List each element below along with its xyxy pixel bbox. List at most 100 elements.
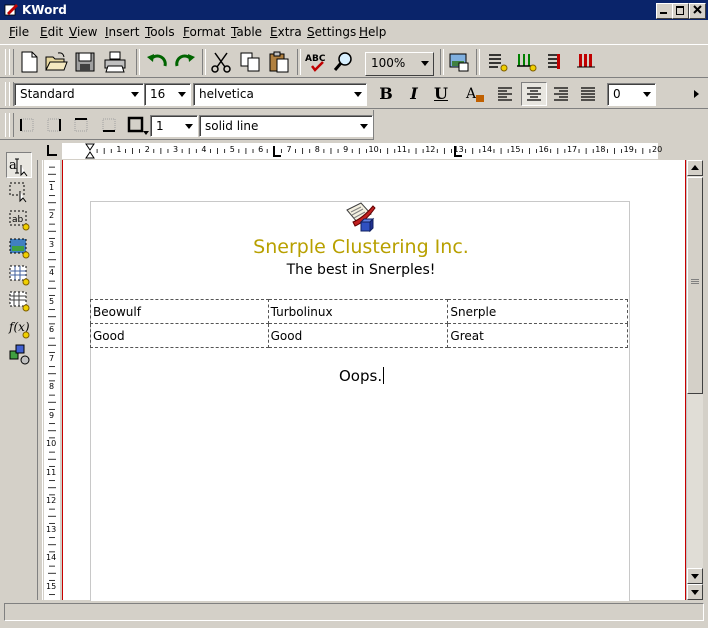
ruler-corner-tab-button[interactable] xyxy=(44,143,61,159)
border-toolbar: 1 solid line xyxy=(0,110,374,140)
border-left-button[interactable] xyxy=(19,117,35,133)
bold-button[interactable]: B xyxy=(374,83,398,105)
border-width-select[interactable]: 1 xyxy=(150,115,198,137)
text-frame[interactable]: Snerple Clustering Inc. The best in Sner… xyxy=(90,201,630,601)
text-color-button[interactable]: A xyxy=(463,83,487,105)
ruler-splitter xyxy=(37,160,43,600)
zoom-select[interactable]: 100% xyxy=(365,52,434,76)
scroll-thumb[interactable] xyxy=(687,177,703,394)
create-part-tool-button[interactable] xyxy=(7,342,31,366)
open-button[interactable] xyxy=(44,50,68,74)
menu-help[interactable]: Help xyxy=(359,25,386,39)
new-document-button[interactable] xyxy=(17,50,41,74)
toolbar-separator xyxy=(440,49,444,75)
font-family-select[interactable]: helvetica xyxy=(193,83,367,106)
maximize-button[interactable] xyxy=(672,3,689,19)
menu-format[interactable]: Format xyxy=(183,25,225,39)
insert-text-frame-button[interactable] xyxy=(486,50,510,74)
create-table-tool-button[interactable] xyxy=(7,263,31,287)
border-bottom-button[interactable] xyxy=(101,117,117,133)
table-icon xyxy=(517,54,537,72)
body-paragraph[interactable]: Oops. xyxy=(339,367,385,385)
align-justify-button[interactable] xyxy=(576,83,600,105)
print-button[interactable] xyxy=(103,50,127,74)
tab-stop-icon[interactable] xyxy=(272,145,282,159)
table-cell[interactable]: Turbolinux xyxy=(267,299,449,324)
paragraph-style-select[interactable]: Standard xyxy=(14,83,144,106)
font-size-select[interactable]: 16 xyxy=(144,83,191,106)
text-frame-icon: ab xyxy=(9,210,30,231)
picture-frame-icon xyxy=(9,238,30,259)
toolbar-more-button[interactable] xyxy=(691,88,701,100)
menu-settings[interactable]: Settings xyxy=(307,25,356,39)
cut-button[interactable] xyxy=(209,50,233,74)
part-object-icon xyxy=(9,344,30,365)
table-cell[interactable]: Great xyxy=(447,323,628,348)
svg-text:A: A xyxy=(465,86,477,102)
border-style-value: solid line xyxy=(205,119,259,133)
align-left-button[interactable] xyxy=(493,83,517,105)
menu-tools[interactable]: Tools xyxy=(145,25,175,39)
scroll-down-button[interactable] xyxy=(687,584,703,600)
table-cell[interactable]: Beowulf xyxy=(90,299,269,324)
table-cell[interactable]: Snerple xyxy=(447,299,628,324)
vertical-scrollbar[interactable] xyxy=(686,160,703,600)
insert-formula-button[interactable] xyxy=(543,50,567,74)
menu-table[interactable]: Table xyxy=(231,25,262,39)
kword-app-icon xyxy=(4,4,18,16)
close-button[interactable] xyxy=(689,3,706,19)
menu-edit[interactable]: Edit xyxy=(40,25,63,39)
spellcheck-button[interactable]: ABC xyxy=(304,50,328,74)
create-picture-frame-tool-button[interactable] xyxy=(7,236,31,260)
paragraph-spacing-select[interactable]: 0 xyxy=(607,83,656,106)
frame-tools-toolbar: a ab f(x) xyxy=(3,148,35,368)
minimize-button[interactable] xyxy=(656,3,673,19)
underline-button[interactable]: U xyxy=(429,83,453,105)
menu-insert[interactable]: Insert xyxy=(105,25,139,39)
menu-file[interactable]: File xyxy=(9,25,29,39)
font-family-value: helvetica xyxy=(199,87,254,101)
bookmarks-button[interactable] xyxy=(575,50,599,74)
horizontal-ruler[interactable]: 1 2 3 4 5 6 7 8 9 10 11 12 13 14 15 16 17 18 19 20 xyxy=(62,143,662,159)
table-cell[interactable]: Good xyxy=(90,323,269,348)
paste-button[interactable] xyxy=(267,50,291,74)
redo-button[interactable] xyxy=(173,50,197,74)
border-color-button[interactable] xyxy=(127,116,149,136)
align-center-button[interactable] xyxy=(521,82,547,106)
create-spreadsheet-tool-button[interactable] xyxy=(7,289,31,313)
tab-stop-icon[interactable] xyxy=(453,145,463,159)
edit-text-tool-button[interactable]: a xyxy=(6,152,32,178)
ruler-number: 5 xyxy=(49,296,55,306)
print-icon xyxy=(104,51,126,73)
save-icon xyxy=(75,52,95,72)
insert-image-button[interactable] xyxy=(447,50,471,74)
save-button[interactable] xyxy=(73,50,97,74)
svg-text:ab: ab xyxy=(12,215,24,225)
find-button[interactable] xyxy=(332,50,356,74)
create-text-frame-tool-button[interactable]: ab xyxy=(7,208,31,232)
document-table[interactable]: Beowulf Turbolinux Snerple Good Good Gre… xyxy=(90,299,628,348)
copy-button[interactable] xyxy=(238,50,262,74)
scroll-down-button[interactable] xyxy=(687,568,703,584)
menu-view[interactable]: View xyxy=(69,25,97,39)
undo-button[interactable] xyxy=(145,50,169,74)
vertical-ruler[interactable]: 1 2 3 4 5 6 7 8 9 10 11 12 13 14 15 xyxy=(44,160,60,600)
scroll-up-button[interactable] xyxy=(687,160,703,176)
insert-table-button[interactable] xyxy=(515,50,539,74)
first-indent-marker-icon[interactable] xyxy=(85,143,95,159)
toolbar-handle[interactable] xyxy=(9,113,14,137)
create-formula-tool-button[interactable]: f(x) xyxy=(7,316,31,340)
border-top-button[interactable] xyxy=(73,117,89,133)
border-right-button[interactable] xyxy=(46,117,62,133)
select-frame-tool-button[interactable] xyxy=(7,179,31,203)
table-cell[interactable]: Good xyxy=(267,323,449,348)
arrow-up-icon xyxy=(691,165,699,170)
ruler-number: 9 xyxy=(343,145,349,154)
toolbar-handle[interactable] xyxy=(9,49,14,75)
menu-extra[interactable]: Extra xyxy=(270,25,302,39)
ruler-number: 7 xyxy=(49,353,55,363)
border-style-select[interactable]: solid line xyxy=(199,115,373,137)
italic-button[interactable]: I xyxy=(402,83,426,105)
align-right-button[interactable] xyxy=(549,83,573,105)
ruler-number: 8 xyxy=(49,382,55,391)
